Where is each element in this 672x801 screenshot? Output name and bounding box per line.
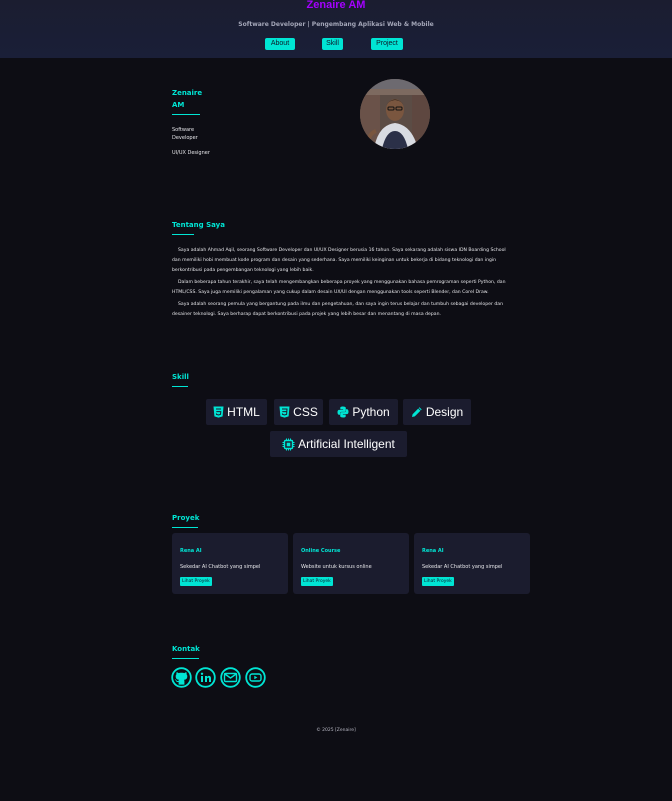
- contact-title-underline: [172, 658, 199, 659]
- pencil-icon: [411, 407, 422, 417]
- skill-design-label: Design: [425, 405, 464, 419]
- nav-project-button[interactable]: Project: [371, 38, 403, 50]
- view-project-button[interactable]: Lihat Proyek: [301, 577, 333, 586]
- about-title: Tentang Saya: [172, 221, 225, 229]
- github-link[interactable]: [171, 667, 192, 688]
- nav-about-button[interactable]: About: [265, 38, 295, 50]
- skill-python-label: Python: [352, 405, 390, 419]
- python-icon: [337, 406, 349, 418]
- contact-title: Kontak: [172, 645, 200, 653]
- about-title-underline: [172, 234, 194, 235]
- chip-icon: [282, 438, 295, 450]
- skill-html-label: HTML: [227, 405, 260, 419]
- github-icon: [171, 667, 192, 688]
- email-link[interactable]: [220, 667, 241, 688]
- html5-icon: [213, 406, 224, 418]
- projects-title-underline: [172, 527, 198, 528]
- hero-name-underline: [172, 114, 200, 115]
- project-card-description: Website untuk kursus online: [301, 564, 372, 570]
- skills-title-underline: [172, 386, 188, 387]
- skill-python: Python: [329, 399, 398, 425]
- project-card-title: Rena AI: [422, 548, 444, 554]
- projects-title: Proyek: [172, 514, 200, 522]
- project-card-title: Rena AI: [180, 548, 202, 554]
- email-icon: [220, 667, 241, 688]
- nav-skill-button[interactable]: Skill: [322, 38, 343, 50]
- site-subtitle: Software Developer | Pengembang Aplikasi…: [238, 21, 434, 28]
- hero-name: Zenaire AM: [172, 89, 203, 109]
- project-card-description: Sekedar AI Chatbot yang simpel: [422, 564, 503, 570]
- project-card-description: Sekedar AI Chatbot yang simpel: [180, 564, 261, 570]
- skill-css-label: CSS: [293, 405, 318, 419]
- profile-avatar: [360, 79, 430, 149]
- hero-role-designer: UI/UX Designer: [172, 150, 210, 156]
- site-title: Zenaire AM: [306, 0, 366, 11]
- about-paragraph-1: Saya adalah Ahmad Aqil, seorang Software…: [172, 248, 506, 273]
- skill-html: HTML: [206, 399, 267, 425]
- youtube-icon: [245, 667, 266, 688]
- skills-title: Skill: [172, 373, 189, 381]
- project-card-title: Online Course: [301, 548, 341, 554]
- profile-photo: [360, 79, 430, 149]
- css3-icon: [279, 406, 290, 418]
- main-nav: About Skill Project: [0, 38, 672, 50]
- view-project-button[interactable]: Lihat Proyek: [180, 577, 212, 586]
- site-header: Zenaire AM Software Developer | Pengemba…: [0, 0, 672, 58]
- skill-design: Design: [403, 399, 471, 425]
- youtube-link[interactable]: [245, 667, 266, 688]
- project-card: Online Course Website untuk kursus onlin…: [293, 533, 409, 594]
- about-paragraph-3: Saya adalah seorang pemula yang bergantu…: [172, 302, 503, 317]
- skill-ai-label: Artificial Intelligent: [298, 437, 395, 451]
- skill-css: CSS: [274, 399, 323, 425]
- skill-ai: Artificial Intelligent: [270, 431, 407, 457]
- project-card: Rena AI Sekedar AI Chatbot yang simpel L…: [172, 533, 288, 594]
- linkedin-link[interactable]: [195, 667, 216, 688]
- footer-copyright: © 2025 [Zenaire]: [316, 728, 356, 733]
- about-paragraph-2: Dalam beberapa tahun terakhir, saya tela…: [172, 280, 506, 295]
- view-project-button[interactable]: Lihat Proyek: [422, 577, 454, 586]
- hero-role-developer: Software Developer: [172, 127, 198, 141]
- project-card: Rena AI Sekedar AI Chatbot yang simpel L…: [414, 533, 530, 594]
- linkedin-icon: [195, 667, 216, 688]
